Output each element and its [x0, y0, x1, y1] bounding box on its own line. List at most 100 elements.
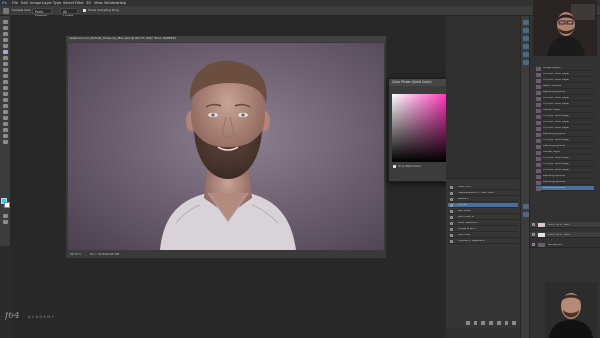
history-state[interactable]: Fill Color Solid Layer [536, 138, 594, 143]
crop-tool-icon[interactable] [3, 44, 8, 48]
history-panel-icon[interactable] [523, 20, 529, 25]
sample-size-select[interactable]: Point Sample [32, 8, 52, 18]
menu-layer[interactable]: Layer [42, 1, 52, 5]
visibility-eye-icon[interactable] [450, 234, 453, 237]
paths-panel-icon[interactable] [523, 212, 529, 217]
brush-panel-icon[interactable] [523, 52, 529, 57]
history-state[interactable]: Fill Color Solid Layer [536, 162, 594, 167]
history-state[interactable]: Fill Color Solid Layer [536, 102, 594, 107]
portrait-photo[interactable] [68, 43, 384, 250]
layers-panel-icon[interactable] [523, 204, 529, 209]
history-state[interactable]: Blending Options [536, 132, 594, 137]
visibility-eye-icon[interactable] [450, 216, 453, 219]
history-state[interactable]: Fill Color Solid Layer [536, 72, 594, 77]
visibility-eye-icon[interactable] [450, 210, 453, 213]
gradient-tool-icon[interactable] [3, 86, 8, 90]
visibility-eye-icon[interactable] [450, 228, 453, 231]
menu-type[interactable]: Type [53, 1, 61, 5]
menu-filter[interactable]: Filter [75, 1, 84, 5]
visibility-eye-icon[interactable] [532, 223, 535, 226]
eyedropper-icon[interactable] [3, 8, 9, 14]
background-color-swatch[interactable] [4, 202, 10, 208]
history-state[interactable]: Hidden Layer [536, 150, 594, 155]
adjustment-layer-row[interactable]: Blur Effect [448, 209, 518, 214]
screen-mode-icon[interactable] [3, 220, 8, 224]
adjustment-layer-row[interactable]: Skin Tone Fill [448, 215, 518, 220]
shape-tool-icon[interactable] [3, 122, 8, 126]
layer-row[interactable]: Background [530, 242, 600, 248]
adjustment-layer-row[interactable]: Dodge & Burn [448, 227, 518, 232]
trash-icon[interactable] [512, 321, 517, 325]
visibility-eye-icon[interactable] [450, 240, 453, 243]
menu-image[interactable]: Image [30, 1, 41, 5]
visibility-eye-icon[interactable] [450, 192, 453, 195]
adjustments-panel-icon[interactable] [523, 36, 529, 41]
link-layers-icon[interactable] [466, 321, 470, 325]
adjustment-layer-row[interactable]: Color Balance 1 [448, 221, 518, 226]
layer-row[interactable]: Color Fill 2 - Skin [530, 232, 600, 238]
menu-window[interactable]: Window [104, 1, 118, 5]
quick-mask-icon[interactable] [3, 214, 8, 218]
sampling-ring-checkbox[interactable] [83, 9, 86, 12]
adjustment-layer-row[interactable]: Color Fill 1 [448, 185, 518, 190]
history-state[interactable]: Select Canvas [536, 84, 594, 89]
lasso-tool-icon[interactable] [3, 32, 8, 36]
history-state[interactable]: Blending Options [536, 186, 594, 191]
brush-tool-icon[interactable] [3, 62, 8, 66]
layer-row[interactable]: Color Fill 1 - Skin [530, 222, 600, 228]
menu-3d[interactable]: 3D [86, 1, 91, 5]
eyedropper-tool-icon[interactable] [3, 50, 8, 54]
adjustment-layer-row[interactable]: Levels 2 [448, 197, 518, 202]
mask-icon[interactable] [481, 321, 486, 325]
quick-select-tool-icon[interactable] [3, 38, 8, 42]
sample-layers-select[interactable]: All Layers [60, 8, 78, 18]
visibility-eye-icon[interactable] [450, 186, 453, 189]
history-state[interactable]: Fill Color Solid Layer [536, 114, 594, 119]
more-tools-icon[interactable] [3, 140, 8, 144]
history-state[interactable]: Fill Color Solid Layer [536, 168, 594, 173]
stamp-tool-icon[interactable] [3, 68, 8, 72]
path-select-tool-icon[interactable] [3, 116, 8, 120]
adjustment-layer-row[interactable]: Curves [448, 203, 518, 208]
visibility-eye-icon[interactable] [450, 198, 453, 201]
history-state[interactable]: Fill Color Solid Layer [536, 78, 594, 83]
channels-panel-icon[interactable] [523, 60, 529, 65]
menu-file[interactable]: File [12, 1, 18, 5]
adjustment-layer-row[interactable]: Frequency Separation [448, 239, 518, 244]
history-state[interactable]: Blending Options [536, 90, 594, 95]
menu-view[interactable]: View [94, 1, 103, 5]
history-state[interactable]: Merge Layers [536, 66, 594, 71]
move-tool-icon[interactable] [3, 20, 8, 24]
fx-icon[interactable] [473, 321, 478, 325]
new-layer-icon[interactable] [504, 321, 509, 325]
pen-tool-icon[interactable] [3, 104, 8, 108]
properties-panel-icon[interactable] [523, 28, 529, 33]
history-state[interactable]: Fill Color Solid Layer [536, 156, 594, 161]
history-state[interactable]: Fill Color Solid Layer [536, 96, 594, 101]
type-tool-icon[interactable] [3, 110, 8, 114]
history-state[interactable]: Blending Options [536, 144, 594, 149]
visibility-eye-icon[interactable] [532, 233, 535, 236]
marquee-tool-icon[interactable] [3, 26, 8, 30]
hand-tool-icon[interactable] [3, 128, 8, 132]
group-icon[interactable] [496, 321, 501, 325]
menu-help[interactable]: Help [118, 1, 126, 5]
swatches-panel-icon[interactable] [523, 44, 529, 49]
history-state[interactable]: Blending Options [536, 174, 594, 179]
history-state[interactable]: Fill Color Solid Layer [536, 120, 594, 125]
healing-tool-icon[interactable] [3, 56, 8, 60]
history-state[interactable]: Fill Color Solid Layer [536, 126, 594, 131]
history-brush-tool-icon[interactable] [3, 74, 8, 78]
only-web-colors-checkbox[interactable] [393, 165, 396, 168]
visibility-eye-icon[interactable] [450, 222, 453, 225]
adjustment-layer-icon[interactable] [489, 321, 493, 325]
history-state[interactable]: Blending Options [536, 180, 594, 185]
eraser-tool-icon[interactable] [3, 80, 8, 84]
document-tab[interactable]: rawpixel.com_Portrait_Close-up_Man.psd @… [66, 36, 386, 42]
blur-tool-icon[interactable] [3, 92, 8, 96]
history-state[interactable]: Hidden Layer [536, 108, 594, 113]
adjustment-layer-row[interactable]: Hue/Saturation 1 - Skin tone [448, 191, 518, 196]
menu-select[interactable]: Select [63, 1, 74, 5]
menu-edit[interactable]: Edit [21, 1, 28, 5]
visibility-eye-icon[interactable] [450, 204, 453, 207]
